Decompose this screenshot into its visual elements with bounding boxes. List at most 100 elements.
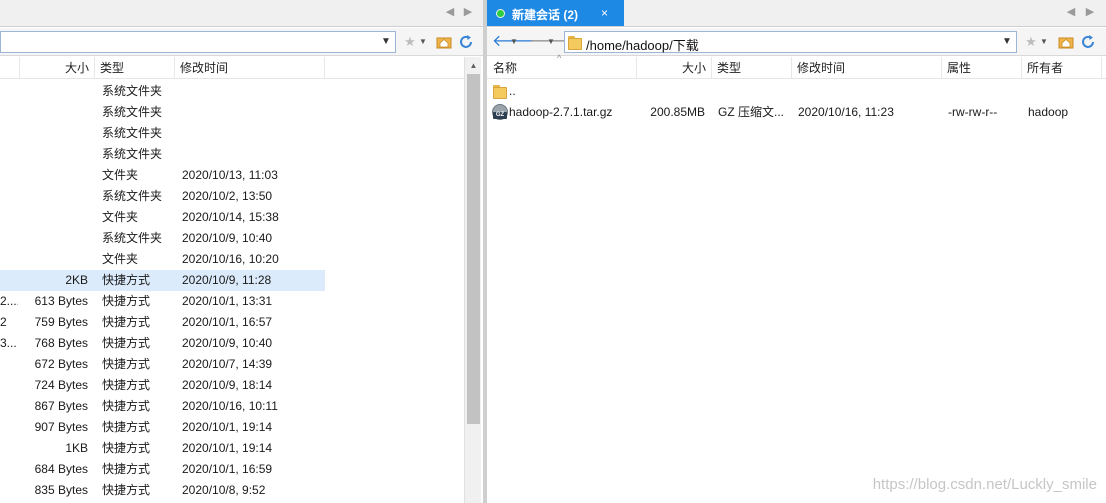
- table-row[interactable]: 684 Bytes 快捷方式 2020/10/1, 16:59: [0, 459, 325, 480]
- back-dropdown-icon[interactable]: ▼: [509, 34, 519, 50]
- cell-type: 系统文件夹: [102, 147, 163, 161]
- table-row[interactable]: 1KB 快捷方式 2020/10/1, 19:14: [0, 438, 325, 459]
- table-row[interactable]: 文件夹 2020/10/14, 15:38: [0, 207, 325, 228]
- cell-modified: 2020/10/1, 19:14: [182, 441, 273, 455]
- scrollbar-thumb[interactable]: [467, 74, 480, 424]
- table-row[interactable]: 867 Bytes 快捷方式 2020/10/16, 10:11: [0, 396, 325, 417]
- table-row[interactable]: GZ hadoop-2.7.1.tar.gz 200.85MB GZ 压缩文... 20…: [487, 102, 1102, 123]
- close-tab-icon[interactable]: ×: [601, 6, 608, 20]
- col-modified[interactable]: 修改时间: [792, 57, 942, 79]
- table-row[interactable]: 系统文件夹 2020/10/2, 13:50: [0, 186, 325, 207]
- col-size[interactable]: 大小: [20, 57, 95, 79]
- refresh-icon[interactable]: [1080, 34, 1096, 50]
- table-row[interactable]: 724 Bytes 快捷方式 2020/10/9, 18:14: [0, 375, 325, 396]
- cell-size: [20, 123, 88, 144]
- cell-modified: 2020/10/7, 14:39: [182, 357, 273, 371]
- refresh-icon[interactable]: [458, 34, 474, 50]
- session-tab[interactable]: 新建会话 (2) ×: [487, 0, 624, 26]
- table-row[interactable]: 系统文件夹: [0, 81, 325, 102]
- col-name[interactable]: [0, 57, 20, 79]
- table-row[interactable]: 文件夹 2020/10/13, 11:03: [0, 165, 325, 186]
- cell-modified: 2020/10/9, 18:14: [182, 378, 273, 392]
- bookmark-star-icon[interactable]: ★: [1023, 34, 1039, 50]
- cell-name: hadoop-2.7.1.tar.gz: [509, 105, 613, 119]
- table-row[interactable]: 2KB 快捷方式 2020/10/9, 11:28: [0, 270, 325, 291]
- home-folder-icon[interactable]: [436, 34, 452, 50]
- col-type[interactable]: 类型: [95, 57, 175, 79]
- chevron-down-icon[interactable]: ▼: [1000, 34, 1014, 50]
- tab-scroll-left-icon[interactable]: ◀: [1064, 5, 1078, 19]
- cell-name: [0, 459, 18, 480]
- table-row[interactable]: ..: [487, 81, 1102, 102]
- cell-type: 系统文件夹: [102, 189, 163, 203]
- col-modified[interactable]: 修改时间: [175, 57, 325, 79]
- cell-name: [0, 165, 18, 186]
- tab-scroll-left-icon[interactable]: ◀: [443, 5, 457, 19]
- folder-icon: [493, 84, 507, 99]
- bookmark-dropdown-icon[interactable]: ▼: [418, 34, 428, 50]
- forward-dropdown-icon[interactable]: ▼: [546, 34, 556, 50]
- tab-scroll-right-icon[interactable]: ▶: [461, 5, 475, 19]
- cell-size: 724 Bytes: [34, 378, 88, 392]
- cell-modified: 2020/10/16, 10:11: [182, 399, 278, 413]
- chevron-down-icon[interactable]: ▼: [379, 34, 393, 50]
- cell-name: [0, 249, 18, 270]
- cell-type: 系统文件夹: [102, 84, 163, 98]
- back-arrow-icon[interactable]: 🡐: [492, 34, 535, 50]
- cell-modified: 2020/10/14, 15:38: [182, 210, 279, 224]
- col-owner[interactable]: 所有者: [1022, 57, 1102, 79]
- table-row[interactable]: 3... 768 Bytes 快捷方式 2020/10/9, 10:40: [0, 333, 325, 354]
- local-path-input[interactable]: ▼: [0, 31, 396, 53]
- cell-size: [20, 165, 88, 186]
- remote-path-input[interactable]: /home/hadoop/下载 ▼: [564, 31, 1017, 53]
- cell-size: 613 Bytes: [34, 294, 88, 308]
- cell-name: [0, 207, 18, 228]
- cell-name: 2....: [0, 294, 18, 308]
- cell-modified: [182, 81, 322, 102]
- cell-name: [0, 144, 18, 165]
- table-row[interactable]: 2 759 Bytes 快捷方式 2020/10/1, 16:57: [0, 312, 325, 333]
- remote-pane: 新建会话 (2) × ◀ ▶ 🡐 ▼ 🡒 ▼ /home/hadoop/下载 ▼…: [487, 0, 1106, 503]
- remote-column-header: 名称 ^ 大小 类型 修改时间 属性 所有者: [487, 53, 1106, 79]
- cell-type: 快捷方式: [102, 315, 151, 329]
- table-row[interactable]: 907 Bytes 快捷方式 2020/10/1, 19:14: [0, 417, 325, 438]
- cell-name: 3...: [0, 336, 17, 350]
- cell-modified: 2020/10/16, 11:23: [798, 105, 894, 119]
- col-name[interactable]: 名称: [487, 57, 637, 79]
- cell-name: [0, 123, 18, 144]
- col-size[interactable]: 大小: [637, 57, 712, 79]
- cell-owner: [1028, 81, 1100, 102]
- cell-size: [637, 81, 705, 102]
- table-row[interactable]: 672 Bytes 快捷方式 2020/10/7, 14:39: [0, 354, 325, 375]
- table-row[interactable]: 文件夹 2020/10/16, 10:20: [0, 249, 325, 270]
- archive-file-icon: GZ: [492, 104, 508, 120]
- cell-modified: 2020/10/1, 19:14: [182, 420, 273, 434]
- table-row[interactable]: 系统文件夹: [0, 123, 325, 144]
- cell-type: 快捷方式: [102, 336, 151, 350]
- col-type[interactable]: 类型: [712, 57, 792, 79]
- sort-ascending-icon: ^: [557, 53, 562, 63]
- cell-size: [20, 144, 88, 165]
- cell-type: 快捷方式: [102, 294, 151, 308]
- cell-size: 835 Bytes: [34, 483, 88, 497]
- table-row[interactable]: 系统文件夹: [0, 102, 325, 123]
- col-permissions[interactable]: 属性: [942, 57, 1022, 79]
- cell-size: 907 Bytes: [34, 420, 88, 434]
- home-folder-icon[interactable]: [1058, 34, 1074, 50]
- cell-type: GZ 压缩文...: [718, 105, 785, 119]
- bookmark-dropdown-icon[interactable]: ▼: [1039, 34, 1049, 50]
- table-row[interactable]: 系统文件夹: [0, 144, 325, 165]
- bookmark-star-icon[interactable]: ★: [402, 34, 418, 50]
- local-tabstrip: ◀ ▶: [0, 0, 483, 27]
- table-row[interactable]: 2.... 613 Bytes 快捷方式 2020/10/1, 13:31: [0, 291, 325, 312]
- scroll-up-icon[interactable]: ▲: [465, 57, 482, 74]
- tab-scroll-right-icon[interactable]: ▶: [1083, 5, 1097, 19]
- table-row[interactable]: 835 Bytes 快捷方式 2020/10/8, 9:52: [0, 480, 325, 501]
- remote-address-bar: 🡐 ▼ 🡒 ▼ /home/hadoop/下载 ▼ ★ ▼: [487, 28, 1106, 56]
- cell-modified: 2020/10/2, 13:50: [182, 189, 273, 203]
- cell-type: 快捷方式: [102, 462, 151, 476]
- forward-arrow-icon[interactable]: 🡒: [529, 34, 572, 50]
- table-row[interactable]: 系统文件夹 2020/10/9, 10:40: [0, 228, 325, 249]
- cell-owner: hadoop: [1028, 105, 1069, 119]
- local-vertical-scrollbar[interactable]: ▲: [464, 57, 481, 503]
